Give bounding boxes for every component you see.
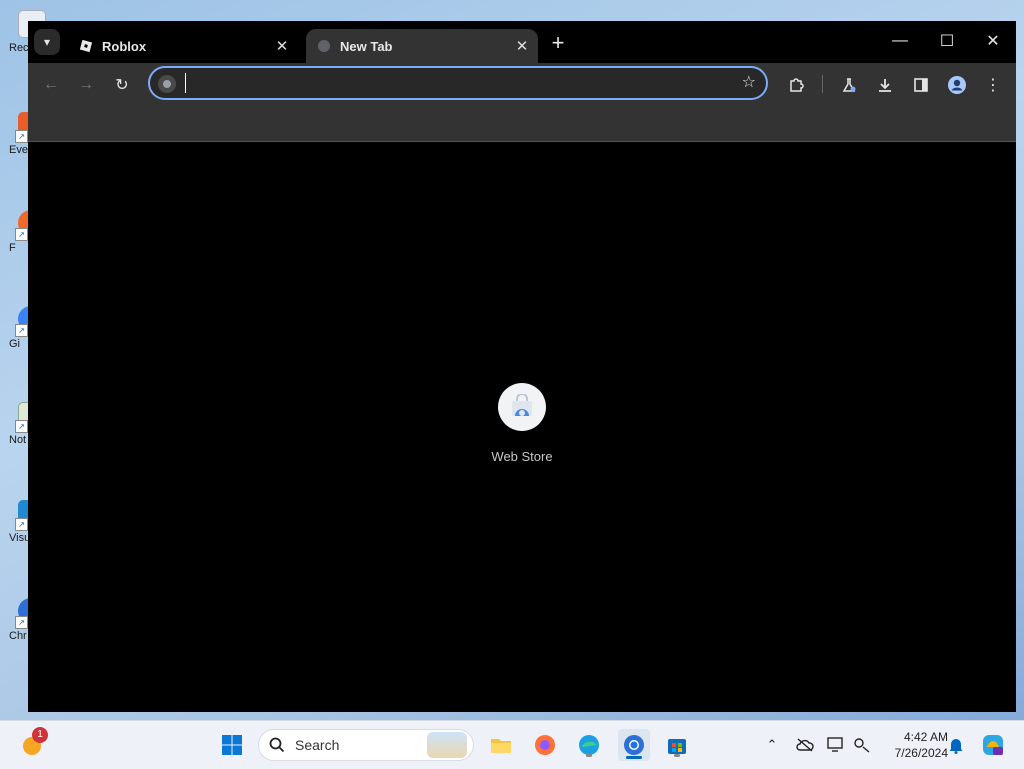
shortcut-arrow-icon: ↗	[15, 130, 28, 143]
labs-button[interactable]	[836, 72, 862, 98]
tab-close-icon[interactable]: ✕	[272, 36, 292, 56]
tab-roblox[interactable]: Roblox ✕	[68, 29, 298, 63]
tab-search-button[interactable]: ▾	[34, 29, 60, 55]
running-indicator	[586, 754, 592, 757]
network-icon	[854, 738, 870, 753]
desktop-icon-label: Eve	[9, 144, 28, 156]
chrome-button[interactable]	[618, 729, 650, 761]
close-window-button[interactable]: ✕	[970, 21, 1016, 61]
shortcut-label: Web Store	[491, 449, 553, 464]
shortcut-arrow-icon: ↗	[15, 228, 28, 241]
clock[interactable]: 4:42 AM 7/26/2024	[876, 729, 948, 761]
side-panel-button[interactable]	[908, 72, 934, 98]
downloads-button[interactable]	[872, 72, 898, 98]
new-tab-button[interactable]: +	[546, 30, 570, 55]
avatar-icon	[948, 76, 966, 94]
folder-icon	[491, 739, 511, 753]
address-input[interactable]	[182, 72, 726, 96]
flask-icon	[842, 78, 856, 92]
shortcut-web-store[interactable]: Web Store	[482, 383, 562, 464]
roblox-favicon-icon	[78, 38, 94, 54]
bookmark-star-icon[interactable]: ☆	[742, 72, 756, 92]
cloud-off-icon	[796, 738, 814, 752]
widgets-button[interactable]: 1	[18, 727, 48, 759]
clock-time: 4:42 AM	[903, 730, 948, 744]
running-indicator	[674, 754, 680, 757]
start-button[interactable]	[218, 731, 246, 759]
search-engine-icon	[158, 75, 176, 93]
browser-window: ▾ Roblox ✕ New Tab ✕ + — ☐ ✕ ← → ↻ ☆ ⋮ W…	[28, 21, 1016, 712]
show-hidden-icons-button[interactable]: ⌃	[762, 735, 782, 755]
taskbar-search[interactable]: Search	[258, 729, 474, 761]
profile-button[interactable]	[944, 72, 970, 98]
shortcut-arrow-icon: ↗	[15, 324, 28, 337]
globe-favicon-icon	[316, 38, 332, 54]
copilot-button[interactable]	[980, 732, 1006, 758]
shortcut-arrow-icon: ↗	[15, 420, 28, 433]
desktop-icon-label: F	[9, 242, 16, 254]
notifications-button[interactable]	[946, 735, 966, 755]
extensions-button[interactable]	[783, 72, 809, 98]
chrome-icon	[624, 735, 644, 755]
taskbar: 1 Search ⌃ 4:42 AM 7/26/2024	[0, 720, 1024, 769]
side-panel-icon	[914, 78, 928, 92]
store-button[interactable]	[663, 731, 691, 759]
kebab-menu-icon: ⋮	[985, 77, 1001, 94]
menu-button[interactable]: ⋮	[980, 72, 1006, 98]
back-button[interactable]: ←	[38, 72, 64, 98]
desktop-icon-label: Gi	[9, 338, 20, 350]
bell-icon	[949, 739, 963, 754]
tab-close-icon[interactable]: ✕	[512, 36, 532, 56]
chevron-down-icon: ▾	[43, 35, 51, 49]
display-button[interactable]	[826, 735, 846, 755]
minimize-button[interactable]: —	[877, 21, 923, 61]
onedrive-button[interactable]	[795, 735, 815, 755]
bookmarks-bar	[28, 105, 1016, 142]
desktop-icon-label: Rec	[9, 42, 29, 54]
notification-badge: 1	[32, 727, 48, 743]
tab-strip: ▾ Roblox ✕ New Tab ✕ + — ☐ ✕	[28, 21, 1016, 63]
arrow-left-icon: ←	[43, 76, 59, 93]
download-icon	[879, 79, 891, 92]
firefox-icon	[535, 735, 555, 755]
search-highlight-icon	[427, 732, 467, 758]
text-caret	[185, 73, 186, 93]
tab-title: Roblox	[102, 38, 147, 54]
firefox-button[interactable]	[531, 731, 559, 759]
forward-button[interactable]: →	[73, 72, 99, 98]
address-bar[interactable]: ☆	[148, 66, 768, 100]
browser-toolbar: ← → ↻ ☆ ⋮	[28, 63, 1016, 105]
windows-logo-icon	[222, 735, 242, 755]
tab-title: New Tab	[340, 38, 393, 54]
puzzle-icon	[790, 78, 804, 92]
file-explorer-button[interactable]	[487, 731, 515, 759]
maximize-button[interactable]: ☐	[924, 21, 970, 61]
monitor-icon	[827, 737, 843, 752]
shortcut-arrow-icon: ↗	[15, 518, 28, 531]
desktop-icon-label: Not	[9, 434, 27, 446]
shortcut-arrow-icon: ↗	[15, 616, 28, 629]
search-label: Search	[295, 737, 340, 753]
tab-new-tab[interactable]: New Tab ✕	[306, 29, 538, 63]
desktop-icon-label: Chr	[9, 630, 27, 642]
web-store-icon	[498, 383, 546, 431]
copilot-icon	[983, 735, 1003, 755]
reload-icon: ↻	[115, 77, 129, 94]
toolbar-divider	[822, 75, 823, 93]
clock-date: 7/26/2024	[894, 746, 948, 760]
new-tab-page: Web Store	[28, 142, 1016, 712]
chevron-up-icon: ⌃	[766, 737, 778, 752]
arrow-right-icon: →	[78, 76, 94, 93]
edge-button[interactable]	[575, 731, 603, 759]
search-icon	[269, 737, 285, 753]
reload-button[interactable]: ↻	[109, 72, 135, 98]
network-button[interactable]	[852, 735, 872, 755]
active-indicator	[626, 756, 642, 759]
